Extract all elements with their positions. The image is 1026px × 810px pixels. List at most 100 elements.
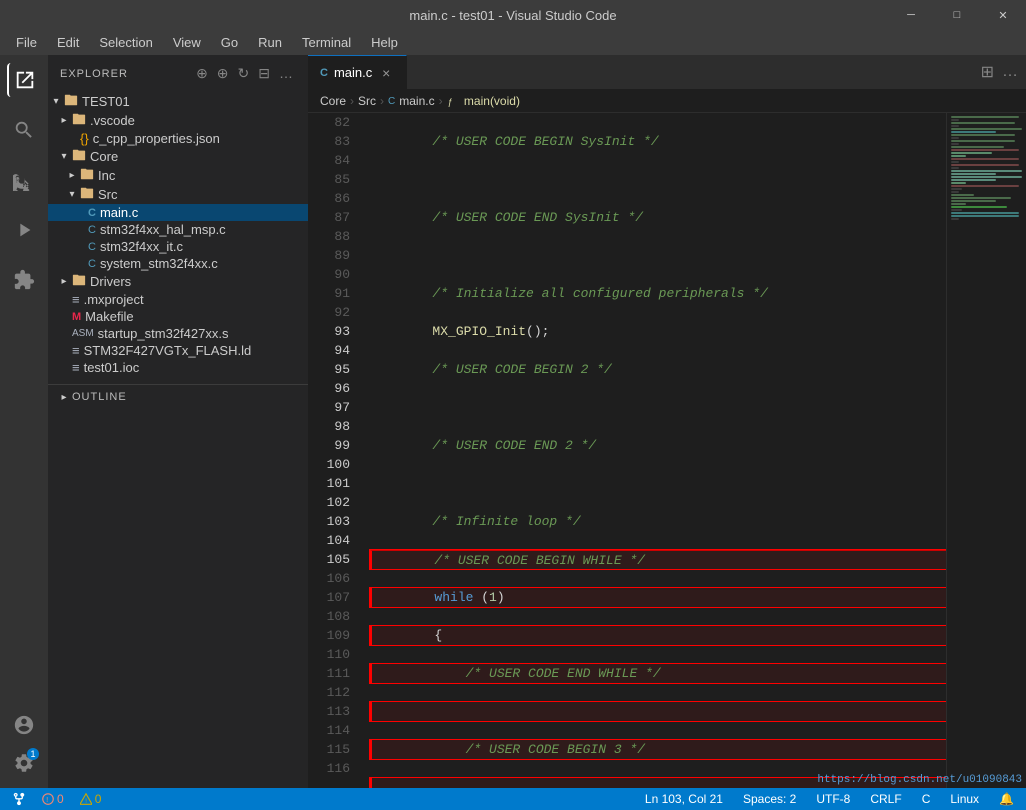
tree-label-vscode: .vscode: [90, 113, 135, 128]
window-title: main.c - test01 - Visual Studio Code: [409, 8, 616, 23]
extensions-icon[interactable]: [7, 263, 41, 297]
tree-label-makefile: Makefile: [85, 309, 133, 324]
menu-run[interactable]: Run: [250, 33, 290, 52]
close-button[interactable]: ✕: [980, 0, 1026, 30]
minimap: [946, 113, 1026, 788]
menu-help[interactable]: Help: [363, 33, 406, 52]
new-file-button[interactable]: ⊕: [194, 63, 211, 84]
menu-go[interactable]: Go: [213, 33, 246, 52]
maximize-button[interactable]: □: [934, 0, 980, 30]
tree-label-ioc: test01.ioc: [84, 360, 140, 375]
tree-item-core[interactable]: ▾ Core: [48, 147, 308, 166]
refresh-button[interactable]: ↻: [236, 63, 253, 84]
window-controls: ─ □ ✕: [888, 0, 1026, 30]
tree-label-cppcfg: c_cpp_properties.json: [93, 131, 220, 146]
tree-item-mainc[interactable]: ▸ C main.c: [48, 204, 308, 221]
status-bar: ! 0 ! 0 Ln 103, Col 21 Spaces: 2 UTF-8 C…: [0, 788, 1026, 810]
tree-item-vscode[interactable]: ▸ .vscode: [48, 111, 308, 130]
tree-item-cppcfg[interactable]: ▸ {} c_cpp_properties.json: [48, 130, 308, 147]
tree-label-core: Core: [90, 149, 118, 164]
tree-label-itc: stm32f4xx_it.c: [100, 239, 183, 254]
split-editor-button[interactable]: ⊞: [981, 62, 994, 82]
editor-area: C main.c × ⊞ … Core › Src › Cmain.c › ƒ …: [308, 55, 1026, 788]
indentation[interactable]: Spaces: 2: [739, 792, 800, 806]
tree-item-startup[interactable]: ▸ ASM startup_stm32f427xx.s: [48, 325, 308, 342]
tree-root[interactable]: ▾ TEST01: [48, 92, 308, 111]
collapse-all-button[interactable]: ⊟: [256, 63, 273, 84]
svg-text:!: !: [46, 795, 48, 804]
tree-label-startup: startup_stm32f427xx.s: [98, 326, 229, 341]
line-numbers: 8283848586 8788899091 92 93 94 95 96 97 …: [308, 113, 358, 788]
main-layout: 1 Explorer ⊕ ⊕ ↻ ⊟ … ▾ TEST01: [0, 55, 1026, 788]
language-mode[interactable]: C: [918, 792, 935, 806]
tab-mainc-label: main.c: [334, 65, 372, 80]
tree-item-src[interactable]: ▾ Src: [48, 185, 308, 204]
account-icon[interactable]: [7, 708, 41, 742]
line-ending[interactable]: CRLF: [866, 792, 905, 806]
svg-text:ƒ: ƒ: [447, 97, 452, 107]
menu-view[interactable]: View: [165, 33, 209, 52]
tree-label-halc: stm32f4xx_hal_msp.c: [100, 222, 226, 237]
tab-bar: C main.c × ⊞ …: [308, 55, 1026, 90]
tree-root-label: TEST01: [82, 94, 130, 109]
explorer-icon[interactable]: [7, 63, 41, 97]
breadcrumb-core[interactable]: Core: [320, 94, 346, 108]
menu-bar: File Edit Selection View Go Run Terminal…: [0, 30, 1026, 55]
sidebar: Explorer ⊕ ⊕ ↻ ⊟ … ▾ TEST01 ▸: [48, 55, 308, 788]
warning-count[interactable]: ! 0: [76, 792, 106, 806]
settings-icon[interactable]: 1: [7, 746, 41, 780]
breadcrumb-file[interactable]: Cmain.c: [388, 94, 435, 108]
run-debug-icon[interactable]: [7, 213, 41, 247]
outline-header[interactable]: ▸ OUTLINE: [48, 385, 308, 409]
tree-label-sysc: system_stm32f4xx.c: [100, 256, 218, 271]
tree-label-src: Src: [98, 187, 118, 202]
notifications[interactable]: 🔔: [995, 792, 1018, 806]
tree-label-drivers: Drivers: [90, 274, 131, 289]
encoding[interactable]: UTF-8: [812, 792, 854, 806]
explorer-label: Explorer: [60, 68, 128, 80]
sidebar-actions: ⊕ ⊕ ↻ ⊟ …: [194, 63, 296, 84]
tree-item-inc[interactable]: ▸ Inc: [48, 166, 308, 185]
tree-item-makefile[interactable]: ▸ M Makefile: [48, 308, 308, 325]
title-bar: main.c - test01 - Visual Studio Code ─ □…: [0, 0, 1026, 30]
tree-item-ioc[interactable]: ▸ ≡ test01.ioc: [48, 359, 308, 376]
search-icon[interactable]: [7, 113, 41, 147]
tree-item-drivers[interactable]: ▸ Drivers: [48, 272, 308, 291]
tree-label-inc: Inc: [98, 168, 115, 183]
error-count[interactable]: ! 0: [38, 792, 68, 806]
breadcrumb-src[interactable]: Src: [358, 94, 376, 108]
tree-label-ld: STM32F427VGTx_FLASH.ld: [84, 343, 252, 358]
tree-label-mxproj: .mxproject: [84, 292, 144, 307]
tree-item-itc[interactable]: ▸ C stm32f4xx_it.c: [48, 238, 308, 255]
code-editor[interactable]: 8283848586 8788899091 92 93 94 95 96 97 …: [308, 113, 1026, 788]
minimize-button[interactable]: ─: [888, 0, 934, 30]
menu-file[interactable]: File: [8, 33, 45, 52]
status-left: ! 0 ! 0: [8, 792, 105, 806]
tree-item-mxproj[interactable]: ▸ ≡ .mxproject: [48, 291, 308, 308]
watermark: https://blog.csdn.net/u01090843: [817, 774, 1022, 786]
breadcrumb-func[interactable]: ƒ main(void): [447, 94, 520, 108]
sidebar-header: Explorer ⊕ ⊕ ↻ ⊟ …: [48, 55, 308, 92]
tree-item-halc[interactable]: ▸ C stm32f4xx_hal_msp.c: [48, 221, 308, 238]
outline-label: OUTLINE: [72, 391, 127, 403]
tree-item-sysc[interactable]: ▸ C system_stm32f4xx.c: [48, 255, 308, 272]
tree-item-ld[interactable]: ▸ ≡ STM32F427VGTx_FLASH.ld: [48, 342, 308, 359]
file-tree: ▾ TEST01 ▸ .vscode ▸ {} c: [48, 92, 308, 788]
status-right: Ln 103, Col 21 Spaces: 2 UTF-8 CRLF C Li…: [641, 792, 1018, 806]
breadcrumb: Core › Src › Cmain.c › ƒ main(void): [308, 90, 1026, 113]
tree-label-mainc: main.c: [100, 205, 138, 220]
menu-terminal[interactable]: Terminal: [294, 33, 359, 52]
menu-edit[interactable]: Edit: [49, 33, 87, 52]
activity-bar: 1: [0, 55, 48, 788]
branch-icon[interactable]: [8, 792, 30, 806]
new-folder-button[interactable]: ⊕: [215, 63, 232, 84]
menu-selection[interactable]: Selection: [91, 33, 160, 52]
tab-mainc[interactable]: C main.c ×: [308, 55, 407, 89]
more-actions-button[interactable]: …: [277, 63, 296, 84]
code-content[interactable]: /* USER CODE BEGIN SysInit */ /* USER CO…: [358, 113, 946, 788]
os-info[interactable]: Linux: [946, 792, 983, 806]
source-control-icon[interactable]: [7, 163, 41, 197]
cursor-position[interactable]: Ln 103, Col 21: [641, 792, 727, 806]
more-tabs-button[interactable]: …: [1002, 63, 1018, 81]
tab-close-mainc[interactable]: ×: [378, 65, 394, 81]
